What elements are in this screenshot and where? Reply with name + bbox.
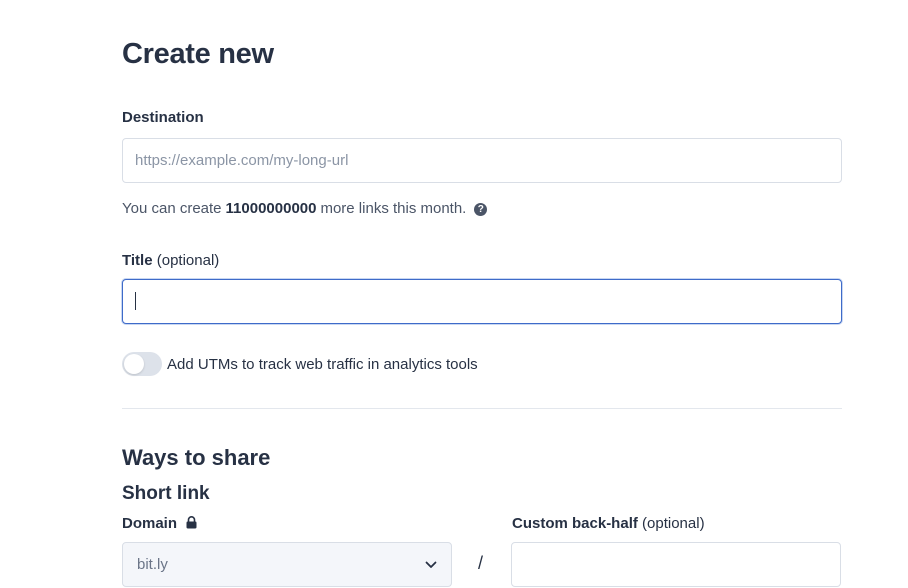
title-input-wrapper (122, 279, 842, 324)
title-input[interactable] (122, 279, 842, 324)
question-circle-icon[interactable]: ? (474, 202, 488, 216)
utm-toggle-row: Add UTMs to track web traffic in analyti… (122, 352, 478, 376)
create-link-page: Create new Destination You can create 11… (0, 0, 908, 588)
quota-count: 11000000000 (225, 200, 317, 217)
destination-input[interactable] (122, 138, 842, 183)
destination-label-text: Destination (122, 109, 204, 126)
destination-label: Destination (122, 109, 204, 127)
title-label-text: Title (122, 252, 153, 269)
title-label: Title (optional) (122, 252, 219, 270)
quota-suffix: more links this month. (320, 200, 467, 217)
page-title: Create new (122, 38, 274, 70)
chevron-down-icon (425, 561, 437, 568)
ways-to-share-heading: Ways to share (122, 445, 271, 470)
backhalf-label-text: Custom back-half (512, 515, 638, 532)
backhalf-optional-text: (optional) (642, 515, 705, 532)
domain-select[interactable]: bit.ly (122, 542, 452, 587)
domain-select-value: bit.ly (137, 556, 168, 573)
path-separator: / (478, 553, 484, 573)
backhalf-label: Custom back-half (optional) (512, 515, 705, 533)
section-divider (122, 408, 842, 409)
text-caret (135, 292, 136, 310)
short-link-heading: Short link (122, 483, 210, 504)
custom-backhalf-input[interactable] (511, 542, 841, 587)
utm-toggle-label: Add UTMs to track web traffic in analyti… (167, 355, 478, 373)
domain-label: Domain (122, 515, 197, 533)
lock-icon (186, 516, 197, 529)
utm-toggle-knob (124, 354, 144, 374)
title-optional-text: (optional) (156, 252, 220, 269)
quota-helper-text: You can create 11000000000 more links th… (122, 200, 488, 218)
utm-toggle[interactable] (122, 352, 162, 376)
quota-prefix: You can create (122, 200, 222, 217)
domain-label-text: Domain (122, 515, 178, 532)
